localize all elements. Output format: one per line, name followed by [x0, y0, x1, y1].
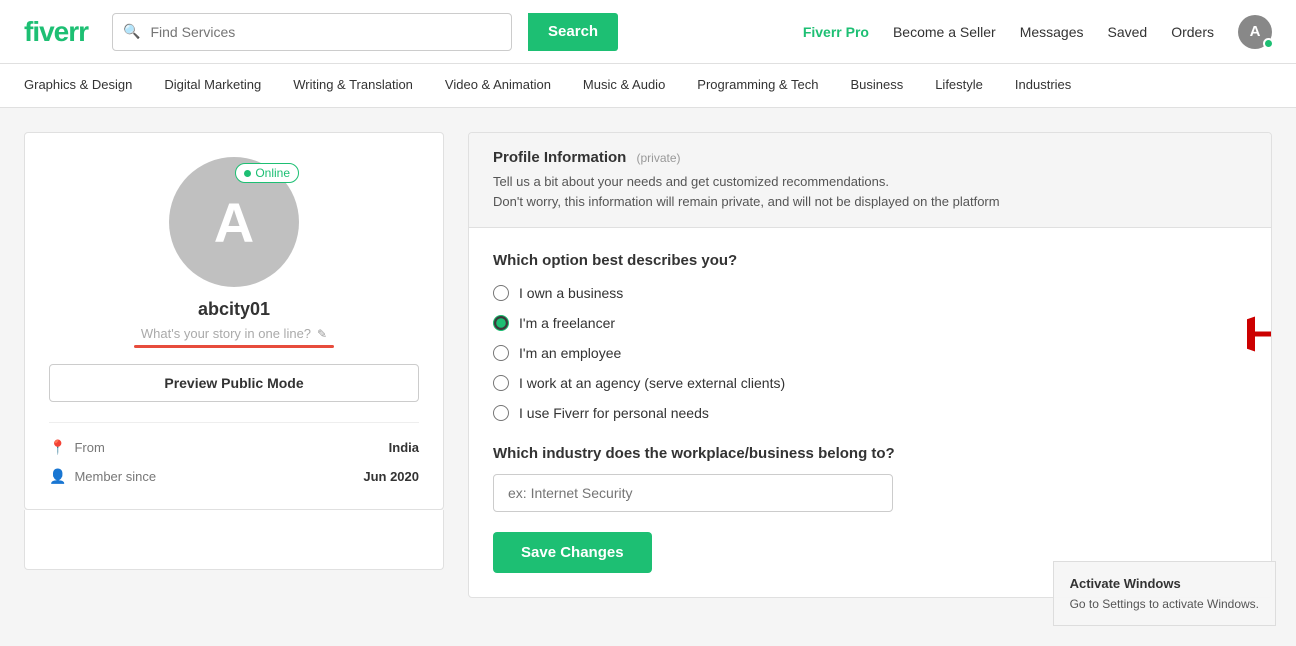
profile-info-desc1: Tell us a bit about your needs and get c…	[493, 172, 1247, 192]
industry-section: Which industry does the workplace/busine…	[493, 445, 1247, 512]
username: abcity01	[198, 299, 270, 320]
member-value: Jun 2020	[363, 469, 419, 484]
radio-input-business[interactable]	[493, 285, 509, 301]
location-icon: 📍	[49, 439, 66, 456]
windows-activation-notice: Activate Windows Go to Settings to activ…	[1053, 561, 1276, 627]
category-video-animation[interactable]: Video & Animation	[429, 64, 567, 108]
nav-fiverr-pro[interactable]: Fiverr Pro	[803, 24, 869, 40]
radio-option-agency[interactable]: I work at an agency (serve external clie…	[493, 375, 1247, 391]
fiverr-logo[interactable]: fiverr	[24, 16, 88, 48]
right-panel: Profile Information (private) Tell us a …	[468, 132, 1272, 598]
question1-title: Which option best describes you?	[493, 252, 1247, 269]
member-since-row: 👤 Member since Jun 2020	[49, 468, 419, 485]
radio-option-freelancer[interactable]: I'm a freelancer	[493, 315, 1247, 331]
red-arrow-annotation	[1247, 307, 1272, 365]
freelancer-option-wrap: I'm a freelancer	[493, 315, 1247, 331]
industry-input[interactable]	[493, 474, 893, 512]
category-writing-translation[interactable]: Writing & Translation	[277, 64, 429, 108]
preview-public-mode-button[interactable]: Preview Public Mode	[49, 364, 419, 402]
from-label: From	[74, 440, 104, 455]
category-digital-marketing[interactable]: Digital Marketing	[148, 64, 277, 108]
profile-info-desc2: Don't worry, this information will remai…	[493, 192, 1247, 212]
radio-input-freelancer[interactable]	[493, 315, 509, 331]
radio-label-business: I own a business	[519, 285, 623, 301]
main-content: A Online abcity01 What's your story in o…	[0, 108, 1296, 622]
avatar-large-wrap: A Online	[169, 157, 299, 287]
from-left: 📍 From	[49, 439, 105, 456]
category-business[interactable]: Business	[834, 64, 919, 108]
bottom-card-stub	[24, 510, 444, 570]
radio-input-personal[interactable]	[493, 405, 509, 421]
nav-messages[interactable]: Messages	[1020, 24, 1084, 40]
tagline-wrap: What's your story in one line? ✎	[141, 326, 327, 341]
radio-label-employee: I'm an employee	[519, 345, 621, 361]
profile-meta: 📍 From India 👤 Member since Jun 2020	[49, 422, 419, 485]
profile-info-title: Profile Information (private)	[493, 149, 1247, 166]
user-avatar[interactable]: A	[1238, 15, 1272, 49]
category-industries[interactable]: Industries	[999, 64, 1087, 108]
left-panel: A Online abcity01 What's your story in o…	[24, 132, 444, 598]
category-lifestyle[interactable]: Lifestyle	[919, 64, 999, 108]
nav-become-seller[interactable]: Become a Seller	[893, 24, 996, 40]
windows-notice-desc: Go to Settings to activate Windows.	[1070, 595, 1259, 613]
member-icon: 👤	[49, 468, 66, 485]
form-section: Which option best describes you? I own a…	[469, 228, 1271, 597]
header: fiverr 🔍 Search Fiverr Pro Become a Sell…	[0, 0, 1296, 64]
member-label: Member since	[74, 469, 156, 484]
radio-label-personal: I use Fiverr for personal needs	[519, 405, 709, 421]
edit-tagline-icon[interactable]: ✎	[317, 327, 327, 341]
profile-card: A Online abcity01 What's your story in o…	[24, 132, 444, 510]
from-value: India	[389, 440, 419, 455]
avatar-online-badge	[1263, 38, 1274, 49]
windows-notice-title: Activate Windows	[1070, 574, 1259, 594]
nav-orders[interactable]: Orders	[1171, 24, 1214, 40]
radio-label-agency: I work at an agency (serve external clie…	[519, 375, 785, 391]
member-since-left: 👤 Member since	[49, 468, 156, 485]
category-programming-tech[interactable]: Programming & Tech	[681, 64, 834, 108]
profile-info-header: Profile Information (private) Tell us a …	[469, 133, 1271, 228]
header-nav: Fiverr Pro Become a Seller Messages Save…	[803, 15, 1272, 49]
radio-option-business[interactable]: I own a business	[493, 285, 1247, 301]
radio-label-freelancer: I'm a freelancer	[519, 315, 615, 331]
category-nav: Graphics & Design Digital Marketing Writ…	[0, 64, 1296, 108]
search-input[interactable]	[150, 24, 511, 40]
radio-input-employee[interactable]	[493, 345, 509, 361]
search-bar: 🔍	[112, 13, 512, 51]
save-changes-button[interactable]: Save Changes	[493, 532, 652, 573]
search-button[interactable]: Search	[528, 13, 618, 51]
radio-option-personal[interactable]: I use Fiverr for personal needs	[493, 405, 1247, 421]
radio-option-employee[interactable]: I'm an employee	[493, 345, 1247, 361]
from-row: 📍 From India	[49, 439, 419, 456]
online-dot	[244, 170, 251, 177]
search-icon: 🔍	[113, 23, 150, 40]
nav-saved[interactable]: Saved	[1108, 24, 1148, 40]
category-music-audio[interactable]: Music & Audio	[567, 64, 681, 108]
tagline-text: What's your story in one line?	[141, 326, 311, 341]
underline-bar	[134, 345, 334, 348]
radio-input-agency[interactable]	[493, 375, 509, 391]
online-badge: Online	[235, 163, 299, 183]
radio-group: I own a business I'm a freelancer	[493, 285, 1247, 421]
private-label: (private)	[637, 151, 681, 165]
question2-title: Which industry does the workplace/busine…	[493, 445, 1247, 462]
category-graphics-design[interactable]: Graphics & Design	[24, 64, 148, 108]
